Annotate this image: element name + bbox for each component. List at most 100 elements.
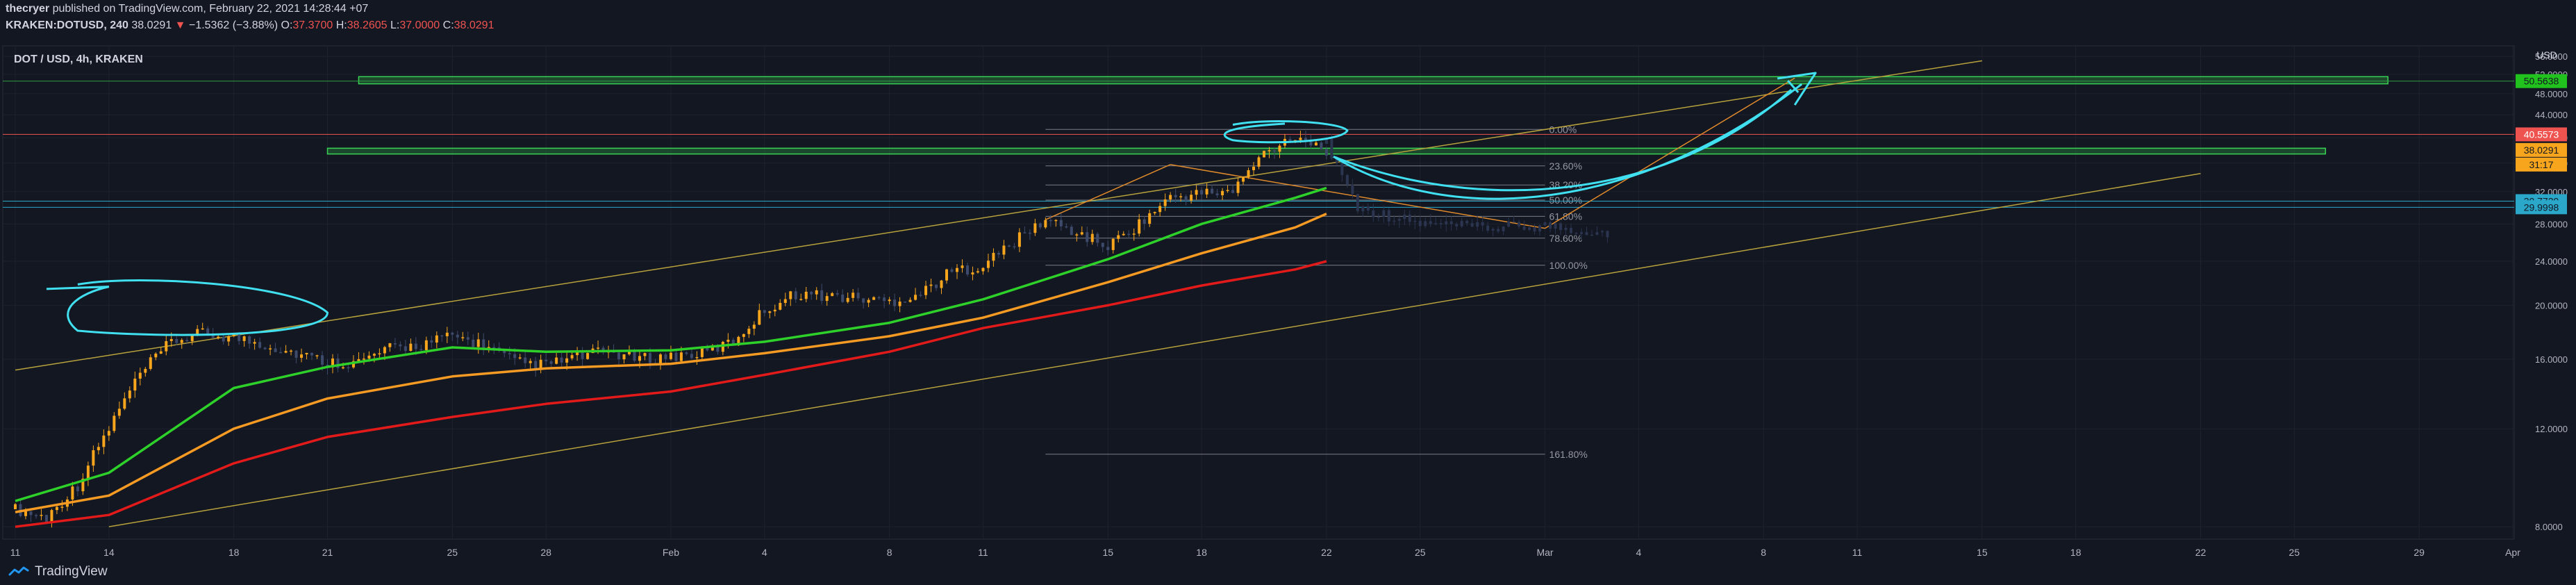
candle	[321, 355, 324, 365]
tradingview-brand[interactable]: TradingView	[8, 564, 108, 579]
author-name[interactable]: thecryer	[6, 3, 49, 15]
candle	[1314, 142, 1318, 146]
candle	[1127, 233, 1131, 236]
candle	[945, 269, 949, 281]
x-tick-label: 8	[1761, 547, 1766, 558]
projected-candle	[1361, 206, 1365, 212]
candle	[290, 350, 293, 352]
candle	[190, 335, 194, 342]
horizontal-lines	[3, 81, 2514, 208]
x-tick-label: 11	[1852, 547, 1863, 558]
fibonacci-retracement[interactable]: 0.00%23.60%38.20%50.00%61.80%78.60%100.0…	[1045, 124, 1588, 460]
candle	[451, 332, 454, 335]
candle	[1049, 220, 1052, 222]
candle	[1190, 195, 1193, 201]
candle	[71, 486, 74, 500]
candle	[695, 356, 699, 359]
projected-candle	[1570, 227, 1573, 233]
projected-candle	[1345, 174, 1349, 185]
candle	[102, 435, 106, 447]
y-axis-title: USD	[2536, 49, 2557, 60]
candle	[1044, 220, 1047, 228]
projected-candle	[1340, 162, 1344, 175]
candle	[1211, 188, 1214, 194]
chart-frame	[2, 45, 2515, 540]
x-tick-label: 11	[10, 547, 21, 558]
projected-candle	[1507, 221, 1511, 227]
candle	[799, 299, 803, 300]
projected-candle	[1408, 214, 1411, 222]
open-value: 37.3700	[292, 19, 333, 31]
projected-candle	[1366, 206, 1370, 211]
candle	[940, 280, 943, 288]
candle	[284, 351, 288, 353]
projected-candle	[1486, 225, 1490, 231]
candle	[836, 293, 839, 295]
candle	[133, 378, 137, 391]
candle	[1002, 245, 1006, 255]
y-tick-label: 28.0000	[2535, 219, 2568, 229]
projected-candle	[1403, 214, 1406, 220]
projected-candle	[1518, 222, 1521, 226]
candle	[747, 329, 751, 334]
projected-candle	[1356, 194, 1359, 212]
projected-candle	[1554, 223, 1557, 229]
candle	[856, 292, 860, 299]
candle	[1090, 233, 1094, 242]
candle	[851, 292, 855, 298]
trendline[interactable]	[108, 172, 2201, 527]
candle	[388, 343, 392, 347]
projected-candle	[1549, 222, 1552, 229]
candle	[60, 506, 64, 508]
candle	[97, 447, 100, 451]
candle	[435, 335, 438, 343]
candle	[545, 359, 548, 362]
brand-name: TradingView	[35, 564, 108, 579]
candle	[664, 354, 667, 359]
price-chart[interactable]: 0.00%23.60%38.20%50.00%61.80%78.60%100.0…	[0, 42, 2576, 563]
candles	[14, 131, 1609, 528]
candle	[1263, 151, 1265, 158]
candle	[1122, 233, 1125, 236]
projected-candle	[1533, 227, 1536, 232]
candle	[638, 356, 641, 361]
candle	[76, 486, 79, 492]
projected-candle	[1455, 224, 1459, 226]
candle	[372, 354, 376, 356]
candle	[1013, 246, 1016, 248]
candle	[1200, 190, 1204, 195]
candle	[841, 294, 845, 302]
candle	[1320, 142, 1323, 149]
candle	[472, 339, 475, 347]
price-label-text: 50.5638	[2524, 76, 2559, 87]
x-tick-label: 25	[2289, 547, 2300, 558]
candle	[1017, 232, 1021, 247]
highlight-oval[interactable]	[46, 279, 329, 336]
publish-text: published on TradingView.com, February 2…	[49, 3, 369, 15]
candle	[138, 372, 142, 379]
last-price: 38.0291	[131, 19, 172, 31]
candle	[867, 299, 870, 303]
symbol-name[interactable]: KRAKEN:DOTUSD, 240	[6, 19, 128, 31]
candle	[1205, 188, 1208, 195]
candle	[773, 309, 776, 312]
symbol-info: KRAKEN:DOTUSD, 240 38.0291 ▼ −1.5362 (−3…	[6, 19, 494, 32]
candle	[159, 351, 163, 354]
candle	[976, 271, 979, 273]
candle	[742, 333, 745, 337]
candle	[1148, 213, 1152, 224]
candle	[378, 353, 381, 355]
candle	[700, 347, 704, 357]
candle	[258, 342, 262, 348]
zones	[326, 76, 2388, 155]
projected-candle	[1372, 210, 1375, 217]
projected-candle	[1502, 226, 1505, 231]
support-resistance-zone[interactable]	[358, 76, 2388, 85]
projected-candle	[1481, 222, 1484, 226]
candle	[815, 290, 818, 295]
x-tick-label: Feb	[663, 547, 679, 558]
candle	[414, 343, 417, 349]
candle	[560, 357, 563, 363]
tradingview-logo-icon	[8, 566, 29, 576]
candle	[929, 284, 933, 286]
